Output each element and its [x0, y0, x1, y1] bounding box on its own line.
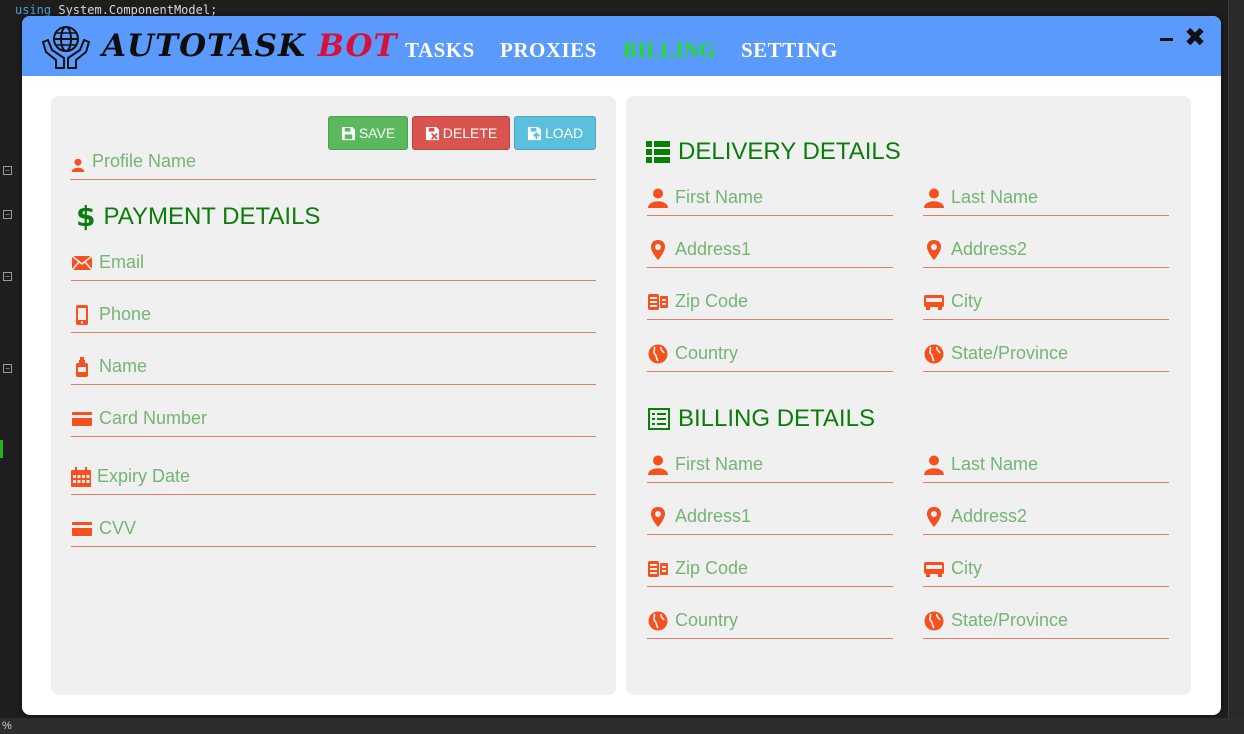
billing-city-field[interactable]: [923, 551, 1169, 587]
name-field[interactable]: [71, 349, 596, 385]
credit-card-icon: [71, 407, 93, 429]
billing-address1-field[interactable]: [647, 499, 893, 535]
phone-field[interactable]: [71, 297, 596, 333]
delivery-state-field[interactable]: [923, 336, 1169, 372]
cvv-input[interactable]: [99, 518, 596, 539]
globe-icon: [647, 342, 669, 364]
globe-icon: [923, 342, 945, 364]
delivery-last-name-field[interactable]: [923, 180, 1169, 216]
billing-last-name-field[interactable]: [923, 447, 1169, 483]
bus-icon: [923, 290, 945, 312]
envelope-icon: [71, 251, 93, 273]
billing-zip-input[interactable]: [675, 558, 893, 579]
billing-last-name-input[interactable]: [951, 454, 1169, 475]
person-icon: [647, 186, 669, 208]
delivery-details-title: DELIVERY DETAILS: [646, 138, 901, 166]
nav-proxies[interactable]: PROXIES: [500, 38, 597, 63]
credit-card-icon: [71, 517, 93, 539]
nav-tasks[interactable]: TASKS: [405, 38, 475, 63]
collapse-icon[interactable]: −: [3, 364, 12, 373]
globe-hands-logo-icon: [42, 26, 90, 69]
status-bar: %: [0, 718, 1244, 734]
code-line: using System.ComponentModel;: [15, 3, 218, 17]
card-number-input[interactable]: [99, 408, 596, 429]
profile-payment-panel: SAVE DELETE LOAD $ PAYMENT DETAILS: [51, 96, 616, 695]
collapse-icon[interactable]: −: [3, 210, 12, 219]
name-input[interactable]: [99, 356, 596, 377]
person-icon: [923, 186, 945, 208]
delivery-state-input[interactable]: [951, 343, 1169, 364]
nav-billing[interactable]: BILLING: [623, 38, 716, 63]
profile-name-input[interactable]: [92, 151, 596, 172]
billing-state-input[interactable]: [951, 610, 1169, 631]
bottle-icon: [71, 355, 93, 377]
delivery-address1-field[interactable]: [647, 232, 893, 268]
delivery-zip-field[interactable]: [647, 284, 893, 320]
map-pin-icon: [647, 238, 669, 260]
delivery-country-field[interactable]: [647, 336, 893, 372]
nav-setting[interactable]: SETTING: [741, 38, 838, 63]
globe-icon: [923, 609, 945, 631]
person-icon: [923, 453, 945, 475]
billing-city-input[interactable]: [951, 558, 1169, 579]
zip-code-icon: [647, 557, 669, 579]
close-button[interactable]: ✖: [1184, 25, 1206, 51]
calendar-icon: [71, 465, 91, 487]
billing-address2-field[interactable]: [923, 499, 1169, 535]
expiry-date-field[interactable]: [71, 457, 596, 495]
expiry-date-input[interactable]: [97, 466, 596, 487]
delivery-last-name-input[interactable]: [951, 187, 1169, 208]
app-logo-text: AUTOTASK BOT: [102, 28, 398, 64]
bus-icon: [923, 557, 945, 579]
card-number-field[interactable]: [71, 401, 596, 437]
title-bar[interactable]: AUTOTASK BOT TASKS PROXIES BILLING SETTI…: [22, 16, 1221, 76]
map-pin-icon: [647, 505, 669, 527]
billing-details-title: BILLING DETAILS: [648, 405, 875, 433]
email-input[interactable]: [99, 252, 596, 273]
billing-address2-input[interactable]: [951, 506, 1169, 527]
document-list-icon: [648, 408, 670, 430]
floppy-disk-remove-icon: [425, 126, 439, 140]
delivery-city-input[interactable]: [951, 291, 1169, 312]
billing-country-field[interactable]: [647, 603, 893, 639]
map-pin-icon: [923, 505, 945, 527]
billing-first-name-field[interactable]: [647, 447, 893, 483]
phone-input[interactable]: [99, 304, 596, 325]
map-pin-icon: [923, 238, 945, 260]
delivery-address2-input[interactable]: [951, 239, 1169, 260]
delivery-address2-field[interactable]: [923, 232, 1169, 268]
delivery-country-input[interactable]: [675, 343, 893, 364]
delivery-address1-input[interactable]: [675, 239, 893, 260]
billing-zip-field[interactable]: [647, 551, 893, 587]
editor-scrollbar[interactable]: [1228, 0, 1244, 718]
payment-details-title: $ PAYMENT DETAILS: [76, 200, 321, 233]
floppy-disk-upload-icon: [527, 126, 541, 140]
cvv-field[interactable]: [71, 511, 596, 547]
autotask-bot-window: AUTOTASK BOT TASKS PROXIES BILLING SETTI…: [22, 16, 1221, 715]
delivery-zip-input[interactable]: [675, 291, 893, 312]
zoom-level[interactable]: %: [2, 720, 12, 732]
billing-state-field[interactable]: [923, 603, 1169, 639]
person-icon: [70, 150, 86, 172]
collapse-icon[interactable]: −: [3, 166, 12, 175]
zip-code-icon: [647, 290, 669, 312]
floppy-disk-icon: [341, 126, 355, 140]
change-marker: [0, 440, 3, 458]
billing-first-name-input[interactable]: [675, 454, 893, 475]
globe-icon: [647, 609, 669, 631]
minimize-button[interactable]: [1157, 30, 1177, 50]
person-icon: [647, 453, 669, 475]
collapse-icon[interactable]: −: [3, 272, 12, 281]
email-field[interactable]: [71, 245, 596, 281]
list-icon: [646, 141, 670, 163]
billing-country-input[interactable]: [675, 610, 893, 631]
dollar-icon: $: [76, 200, 96, 233]
delivery-city-field[interactable]: [923, 284, 1169, 320]
delivery-first-name-input[interactable]: [675, 187, 893, 208]
profile-name-field[interactable]: [70, 144, 596, 180]
delivery-billing-panel: DELIVERY DETAILS First Name Last Name Ad…: [626, 96, 1191, 695]
delivery-first-name-field[interactable]: [647, 180, 893, 216]
billing-address1-input[interactable]: [675, 506, 893, 527]
phone-icon: [71, 303, 93, 325]
